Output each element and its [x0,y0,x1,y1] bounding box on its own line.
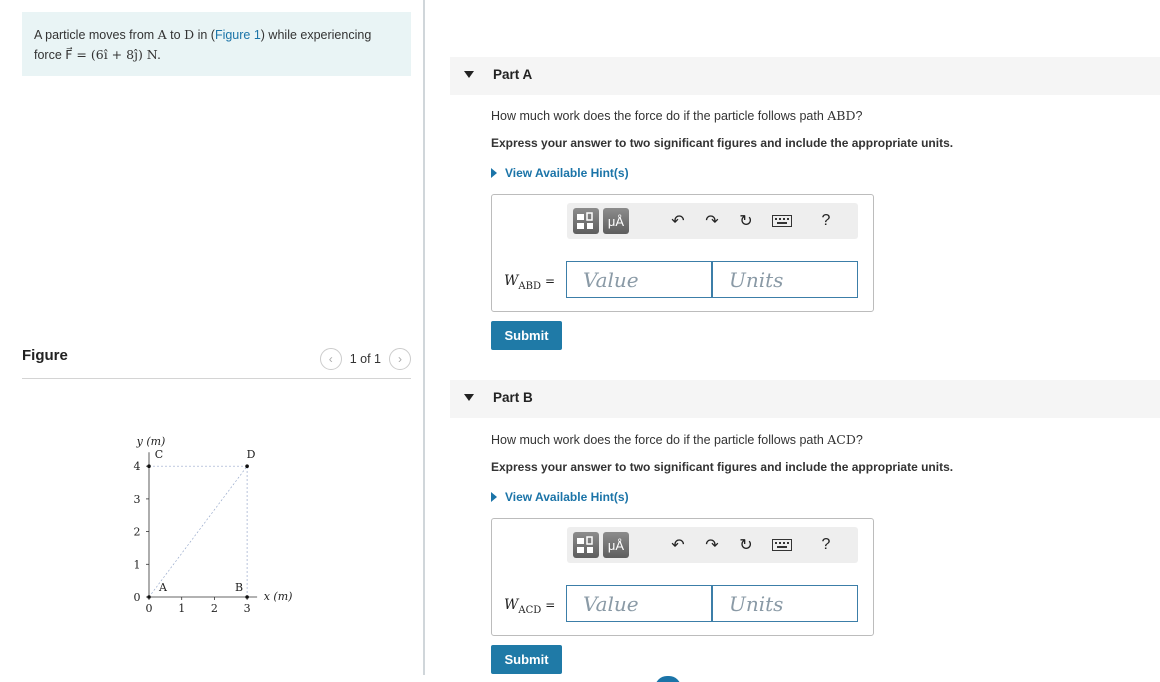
part-a-header[interactable]: Part A [450,57,1160,95]
point-c-label: C [155,448,163,461]
point-d-marker [245,464,249,468]
redo-icon[interactable]: ↷ [701,534,723,556]
part-b-variable-label: WACD = [504,597,556,616]
help-icon[interactable]: ? [815,534,837,556]
part-b-submit-button[interactable]: Submit [491,645,562,674]
reset-icon[interactable]: ↻ [735,534,757,556]
part-a-submit-button[interactable]: Submit [491,321,562,350]
part-b-toolbar: μÅ ↶ ↷ ↻ ? [567,527,858,563]
point-c-marker [147,464,151,468]
help-icon[interactable]: ? [815,210,837,232]
part-a-hint-toggle[interactable]: View Available Hint(s) [491,166,629,180]
part-b-path: ACD [827,432,856,447]
force-expression: F⃗ = (6î + 8ĵ) N. [65,47,161,62]
part-a-label: Part A [493,67,533,82]
y-tick-label: 3 [134,493,141,506]
part-b-instruction: Express your answer to two significant f… [491,460,954,474]
figure-header: Figure ‹ 1 of 1 › [22,345,411,379]
part-b-label: Part B [493,390,533,405]
expand-triangle-icon [491,168,497,178]
part-b-question: How much work does the force do if the p… [491,432,863,447]
part-b-header[interactable]: Part B [450,380,1160,418]
y-tick-label: 4 [134,460,141,473]
part-b-answer-box: μÅ ↶ ↷ ↻ ? WACD = Value Units [491,518,874,636]
point-a-marker [147,595,151,599]
figure-pager: ‹ 1 of 1 › [319,348,411,370]
part-a-question: How much work does the force do if the p… [491,108,863,123]
point-d-label: D [247,448,256,461]
column-divider[interactable] [423,0,425,675]
pager-text: 1 of 1 [349,352,381,366]
part-a-units-input[interactable]: Units [712,261,858,298]
point-d-ref: D [184,27,195,42]
y-tick-label: 0 [134,591,141,604]
redo-icon[interactable]: ↷ [701,210,723,232]
x-tick-label: 3 [244,602,251,615]
figure-title: Figure [22,347,68,364]
expand-triangle-icon [491,492,497,502]
figure-link[interactable]: Figure 1 [215,28,261,42]
collapse-triangle-icon[interactable] [464,394,474,401]
y-axis-label: y (m) [136,435,166,448]
y-tick-label: 1 [134,558,141,571]
part-b-value-input[interactable]: Value [566,585,712,622]
point-b-marker [245,595,249,599]
templates-icon[interactable] [573,208,599,234]
point-b-label: B [235,581,243,594]
part-a-value-input[interactable]: Value [566,261,712,298]
keyboard-icon[interactable] [771,534,793,556]
undo-icon[interactable]: ↶ [667,210,689,232]
x-tick-label: 0 [146,602,153,615]
part-b-units-input[interactable]: Units [712,585,858,622]
x-tick-label: 1 [178,602,185,615]
scroll-indicator[interactable] [655,676,681,682]
part-b-hint-label: View Available Hint(s) [505,490,629,504]
keyboard-icon[interactable] [771,210,793,232]
problem-statement: A particle moves from A to D in (Figure … [22,12,411,76]
part-a-variable-label: WABD = [504,273,556,292]
problem-line-1: A particle moves from A to D in (Figure … [34,27,372,42]
figure-plot: 0 1 2 3 0 1 2 3 4 y (m) x (m) A B C D [134,435,293,615]
point-a-label: A [158,581,168,594]
y-tick-label: 2 [134,526,141,539]
part-a-answer-box: μÅ ↶ ↷ ↻ ? WABD = Value Units [491,194,874,312]
x-tick-label: 2 [211,602,218,615]
point-a-ref: A [157,27,167,42]
part-a-instruction: Express your answer to two significant f… [491,136,954,150]
part-a-hint-label: View Available Hint(s) [505,166,629,180]
reset-icon[interactable]: ↻ [735,210,757,232]
chevron-left-icon[interactable]: ‹ [319,348,342,370]
units-button[interactable]: μÅ [603,532,629,558]
problem-line-2: force F⃗ = (6î + 8ĵ) N. [34,47,161,62]
units-button[interactable]: μÅ [603,208,629,234]
chevron-right-icon[interactable]: › [389,348,411,370]
part-b-hint-toggle[interactable]: View Available Hint(s) [491,490,629,504]
part-a-path: ABD [827,108,856,123]
collapse-triangle-icon[interactable] [464,71,474,78]
templates-icon[interactable] [573,532,599,558]
undo-icon[interactable]: ↶ [667,534,689,556]
part-a-toolbar: μÅ ↶ ↷ ↻ ? [567,203,858,239]
x-axis-label: x (m) [264,590,293,603]
path-ad-line [148,465,248,598]
